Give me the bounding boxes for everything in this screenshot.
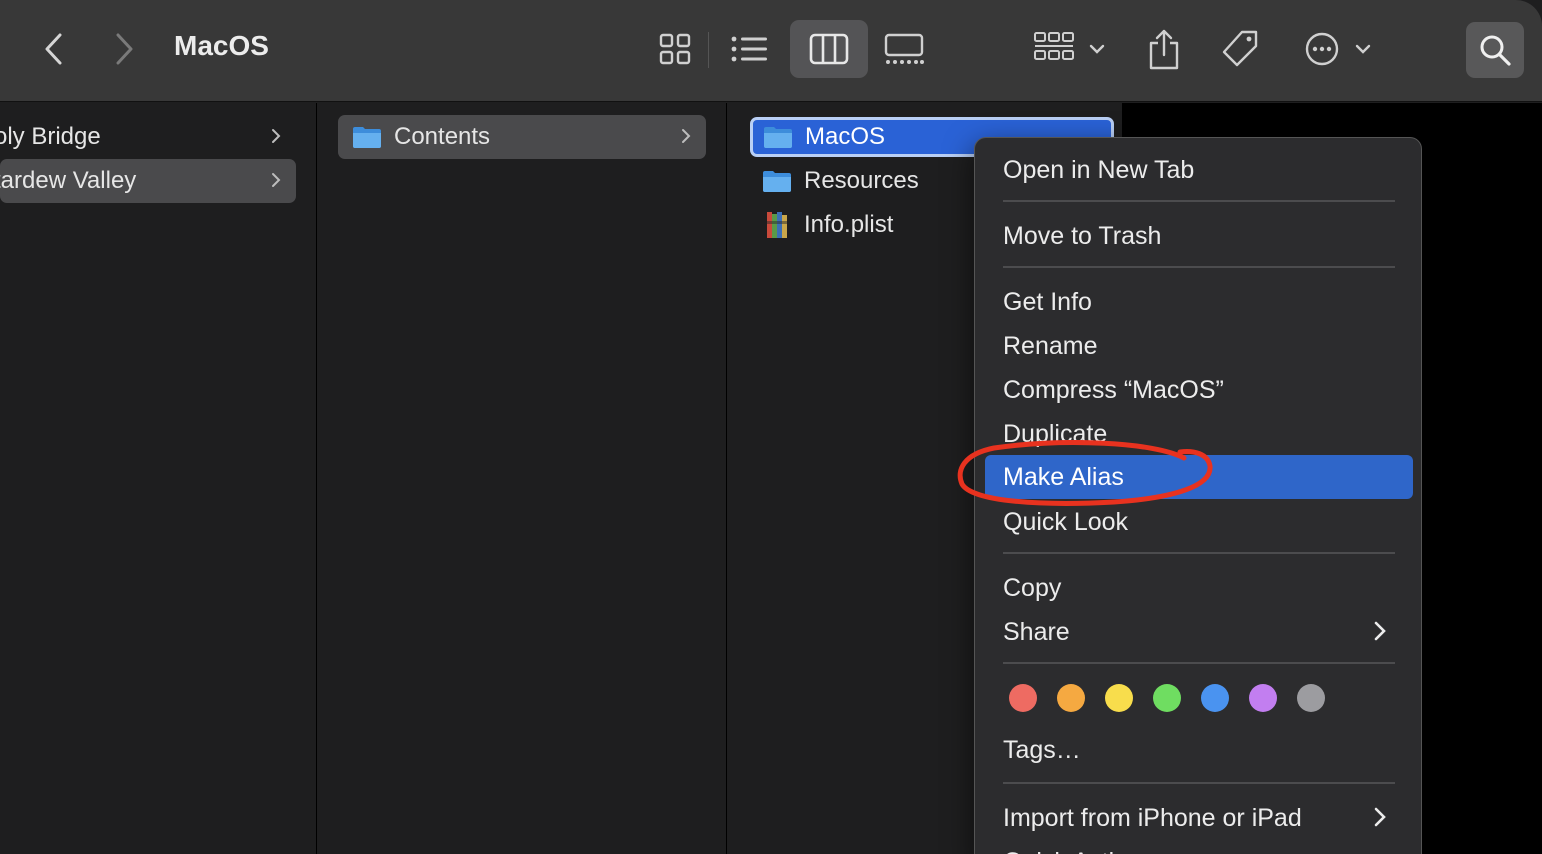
gallery-icon bbox=[884, 33, 924, 64]
chevron-down-icon bbox=[1089, 44, 1105, 54]
menu-separator bbox=[1003, 552, 1395, 554]
tag-icon bbox=[1222, 30, 1258, 67]
share-icon bbox=[1149, 29, 1179, 70]
tag-purple[interactable] bbox=[1249, 684, 1277, 712]
menu-item-copy[interactable]: Copy bbox=[985, 566, 1413, 610]
menu-separator bbox=[1003, 662, 1395, 664]
menu-item-label: Import from iPhone or iPad bbox=[1003, 803, 1302, 832]
list-item-selected[interactable]: tardew Valley bbox=[0, 159, 296, 203]
chevron-left-icon bbox=[45, 33, 62, 65]
menu-separator bbox=[1003, 200, 1395, 202]
menu-separator bbox=[1003, 266, 1395, 268]
menu-item-get-info[interactable]: Get Info bbox=[985, 280, 1413, 324]
list-item[interactable]: Resources bbox=[750, 159, 1000, 203]
folder-icon bbox=[763, 171, 791, 192]
toolbar: MacOS bbox=[0, 0, 1542, 102]
menu-item-quick-actions[interactable]: Quick Actions bbox=[985, 840, 1413, 854]
chevron-right-icon bbox=[682, 129, 691, 143]
back-button[interactable] bbox=[30, 24, 78, 74]
menu-item-import-iphone[interactable]: Import from iPhone or iPad bbox=[985, 796, 1413, 840]
chevron-right-icon bbox=[272, 173, 281, 187]
chevron-right-icon bbox=[1374, 621, 1386, 641]
search-icon bbox=[1480, 35, 1511, 66]
menu-item-make-alias[interactable]: Make Alias bbox=[985, 455, 1413, 499]
chevron-right-icon bbox=[116, 33, 133, 65]
tag-red[interactable] bbox=[1009, 684, 1037, 712]
list-icon bbox=[731, 36, 767, 62]
column-2: Contents bbox=[318, 103, 727, 854]
tag-blue[interactable] bbox=[1201, 684, 1229, 712]
chevron-right-icon bbox=[1374, 807, 1386, 827]
icon-view-button[interactable] bbox=[650, 24, 700, 74]
list-item[interactable]: oly Bridge bbox=[0, 115, 296, 159]
gallery-view-button[interactable] bbox=[876, 24, 932, 74]
folder-icon bbox=[353, 127, 381, 148]
group-icon bbox=[1034, 32, 1074, 60]
tag-green[interactable] bbox=[1153, 684, 1181, 712]
folder-icon bbox=[764, 127, 792, 148]
menu-item-open-new-tab[interactable]: Open in New Tab bbox=[985, 148, 1413, 192]
list-item-selected[interactable]: Contents bbox=[338, 115, 706, 159]
menu-item-move-to-trash[interactable]: Move to Trash bbox=[985, 214, 1413, 258]
chevron-down-icon bbox=[1355, 44, 1371, 54]
window-title: MacOS bbox=[174, 30, 269, 61]
share-button[interactable] bbox=[1140, 22, 1188, 76]
tag-color-row bbox=[1009, 684, 1325, 712]
menu-item-tags[interactable]: Tags… bbox=[985, 728, 1413, 772]
grid-icon bbox=[659, 33, 691, 65]
menu-item-rename[interactable]: Rename bbox=[985, 324, 1413, 368]
menu-item-duplicate[interactable]: Duplicate bbox=[985, 412, 1413, 456]
context-menu: Open in New Tab Move to Trash Get Info R… bbox=[974, 137, 1422, 854]
chevron-right-icon bbox=[272, 129, 281, 143]
group-by-button[interactable] bbox=[1028, 24, 1112, 74]
menu-separator bbox=[1003, 782, 1395, 784]
tag-gray[interactable] bbox=[1297, 684, 1325, 712]
ellipsis-circle-icon bbox=[1305, 32, 1339, 66]
plist-file-icon bbox=[767, 212, 787, 238]
list-item[interactable]: Info.plist bbox=[750, 203, 1000, 247]
columns-icon bbox=[809, 33, 849, 65]
menu-item-label: Share bbox=[1003, 617, 1070, 646]
column-view-button[interactable] bbox=[790, 20, 868, 78]
forward-button[interactable] bbox=[100, 24, 148, 74]
menu-item-compress[interactable]: Compress “MacOS” bbox=[985, 368, 1413, 412]
tag-button[interactable] bbox=[1214, 22, 1266, 76]
menu-item-quick-look[interactable]: Quick Look bbox=[985, 500, 1413, 544]
toolbar-divider bbox=[708, 32, 709, 68]
more-actions-button[interactable] bbox=[1298, 24, 1378, 74]
search-button[interactable] bbox=[1466, 22, 1524, 78]
list-view-button[interactable] bbox=[724, 24, 774, 74]
column-1: oly Bridge tardew Valley bbox=[0, 103, 317, 854]
tag-orange[interactable] bbox=[1057, 684, 1085, 712]
menu-item-share[interactable]: Share bbox=[985, 610, 1413, 654]
tag-yellow[interactable] bbox=[1105, 684, 1133, 712]
